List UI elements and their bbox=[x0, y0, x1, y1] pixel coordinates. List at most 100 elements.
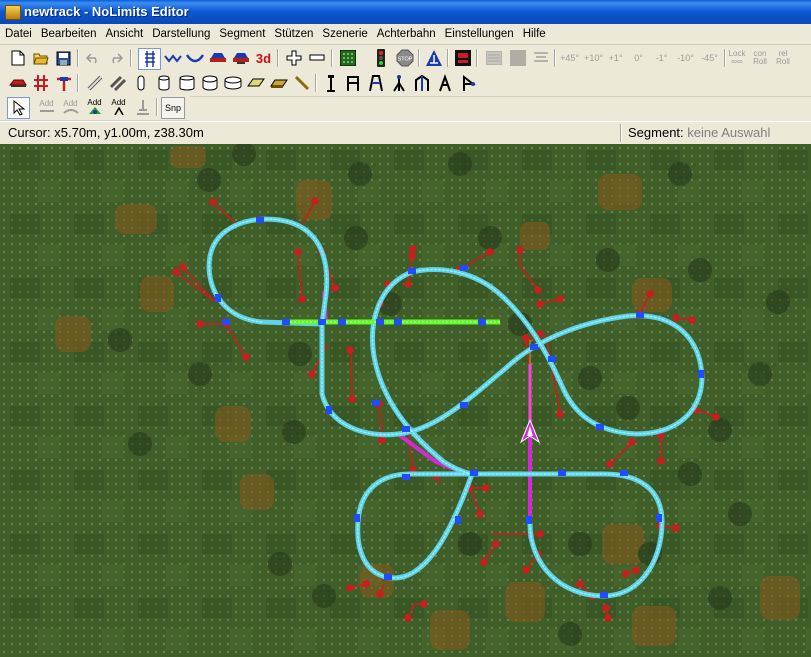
toolbar-separator bbox=[724, 49, 726, 67]
block-tool-button[interactable] bbox=[268, 73, 289, 93]
roll-zero-button[interactable]: 0° bbox=[628, 48, 649, 68]
roll-plus1-button[interactable]: +1° bbox=[605, 48, 626, 68]
menu-segment[interactable]: Segment bbox=[214, 24, 269, 40]
support-tool-5-button[interactable] bbox=[411, 73, 432, 93]
edit-toolbar: Add Add Add Add Snp bbox=[0, 95, 190, 121]
roll-minus1-button[interactable]: -1° bbox=[651, 48, 672, 68]
spline-tool-button[interactable] bbox=[162, 48, 183, 68]
add-label-1: Add bbox=[39, 99, 54, 108]
support-tool-7-button[interactable] bbox=[457, 73, 478, 93]
footer-tool-button[interactable] bbox=[53, 73, 74, 93]
menu-ansicht[interactable]: Ansicht bbox=[100, 24, 147, 40]
lock-chain-label: ∞∞ bbox=[731, 57, 743, 66]
station-alt-tool-button[interactable] bbox=[230, 48, 251, 68]
toolbar-separator bbox=[476, 49, 478, 67]
roll-plus10-button[interactable]: +10° bbox=[582, 48, 605, 68]
roll-minus1-label: -1° bbox=[655, 53, 668, 63]
roll-zero-label: 0° bbox=[634, 53, 643, 63]
menu-datei[interactable]: Datei bbox=[0, 24, 36, 40]
menu-hilfe[interactable]: Hilfe bbox=[518, 24, 550, 40]
view-3d-button[interactable]: 3d bbox=[253, 48, 274, 68]
double-beam-tool-button[interactable] bbox=[107, 73, 128, 93]
beam-tool-button[interactable] bbox=[84, 73, 105, 93]
align-button[interactable] bbox=[530, 48, 551, 68]
main-toolbar: 3d STOP +45° +10° +1° 0° -1° -10° -45° L… bbox=[0, 46, 811, 72]
window-title: newtrack - NoLimits Editor bbox=[24, 4, 189, 19]
toolbar-separator bbox=[554, 49, 556, 67]
con-roll-button[interactable]: con Roll bbox=[750, 48, 770, 68]
support-tool-4-button[interactable] bbox=[388, 73, 409, 93]
grid-toggle-button[interactable] bbox=[337, 48, 358, 68]
editor-viewport[interactable] bbox=[0, 144, 811, 657]
split-button[interactable] bbox=[132, 97, 153, 117]
add-curve-button[interactable]: Add bbox=[60, 97, 81, 117]
view-3d-label: 3d bbox=[255, 50, 272, 66]
support-tool-3-button[interactable] bbox=[365, 73, 386, 93]
heartline-tool-button[interactable] bbox=[184, 48, 205, 68]
cursor-readout: Cursor: x5.70m, y1.00m, z38.30m bbox=[8, 125, 204, 140]
redo-button[interactable] bbox=[105, 48, 126, 68]
menu-darstellung[interactable]: Darstellung bbox=[147, 24, 214, 40]
roll-minus45-label: -45° bbox=[701, 53, 718, 63]
zoom-in-button[interactable] bbox=[283, 48, 304, 68]
add-straight-button[interactable]: Add bbox=[36, 97, 57, 117]
menu-bearbeiten[interactable]: Bearbeiten bbox=[36, 24, 101, 40]
pole-tool-button[interactable] bbox=[30, 73, 51, 93]
toolbar-separator bbox=[447, 49, 449, 67]
roll-minus10-button[interactable]: -10° bbox=[674, 48, 697, 68]
roll-plus45-label: +45° bbox=[560, 53, 579, 63]
menu-achterbahn[interactable]: Achterbahn bbox=[372, 24, 440, 40]
color-button[interactable] bbox=[507, 48, 528, 68]
toolbar-separator bbox=[77, 74, 79, 92]
add-node-button[interactable]: Add bbox=[84, 97, 105, 117]
select-cursor-button[interactable] bbox=[7, 97, 30, 119]
properties-button[interactable] bbox=[483, 48, 504, 68]
rod-tool-button[interactable] bbox=[291, 73, 312, 93]
roll-minus45-button[interactable]: -45° bbox=[698, 48, 721, 68]
add-support-button[interactable]: Add bbox=[108, 97, 129, 117]
tank-tool-button[interactable] bbox=[176, 73, 197, 93]
track-canvas[interactable] bbox=[0, 144, 811, 657]
car-tool-button[interactable] bbox=[7, 73, 28, 93]
cursor-value: x5.70m, y1.00m, z38.30m bbox=[54, 125, 204, 140]
add-label-4: Add bbox=[111, 98, 126, 107]
roll-plus45-button[interactable]: +45° bbox=[558, 48, 581, 68]
block-section-button[interactable] bbox=[452, 48, 473, 68]
cylinder-wide-tool-button[interactable] bbox=[153, 73, 174, 93]
toolbar-separator bbox=[418, 49, 420, 67]
transfer-tool-button[interactable] bbox=[423, 48, 444, 68]
drum-tool-button[interactable] bbox=[222, 73, 243, 93]
track-tool-button[interactable] bbox=[138, 48, 161, 70]
menu-bar: Datei Bearbeiten Ansicht Darstellung Segment… bbox=[0, 24, 811, 45]
support-tool-2-button[interactable] bbox=[342, 73, 363, 93]
segment-label: Segment: bbox=[628, 125, 684, 140]
toolbar-separator bbox=[315, 74, 317, 92]
toolbar-separator bbox=[156, 98, 158, 116]
menu-einstellungen[interactable]: Einstellungen bbox=[440, 24, 518, 40]
status-divider bbox=[620, 124, 622, 142]
toolbar-separator bbox=[331, 49, 333, 67]
tank-large-tool-button[interactable] bbox=[199, 73, 220, 93]
zoom-out-button[interactable] bbox=[306, 48, 327, 68]
menu-stuetzen[interactable]: Stützen bbox=[269, 24, 317, 40]
undo-button[interactable] bbox=[82, 48, 103, 68]
lock-button[interactable]: Lock ∞∞ bbox=[727, 48, 747, 68]
new-file-button[interactable] bbox=[7, 48, 28, 68]
traffic-light-button[interactable] bbox=[370, 48, 391, 68]
add-label-3: Add bbox=[87, 98, 102, 107]
stop-block-button[interactable]: STOP bbox=[394, 48, 415, 68]
rel-roll-button[interactable]: rel Roll bbox=[773, 48, 793, 68]
cursor-label: Cursor: bbox=[8, 125, 51, 140]
support-tool-6-button[interactable] bbox=[434, 73, 455, 93]
menu-szenerie[interactable]: Szenerie bbox=[317, 24, 371, 40]
segment-value: keine Auswahl bbox=[687, 125, 771, 140]
roll-minus10-label: -10° bbox=[677, 53, 694, 63]
cylinder-tool-button[interactable] bbox=[130, 73, 151, 93]
snap-button[interactable]: Snp bbox=[161, 97, 185, 119]
add-label-2: Add bbox=[63, 99, 78, 108]
save-button[interactable] bbox=[53, 48, 74, 68]
support-tool-1-button[interactable] bbox=[320, 73, 341, 93]
plank-tool-button[interactable] bbox=[245, 73, 266, 93]
station-tool-button[interactable] bbox=[207, 48, 228, 68]
open-folder-button[interactable] bbox=[30, 48, 51, 68]
